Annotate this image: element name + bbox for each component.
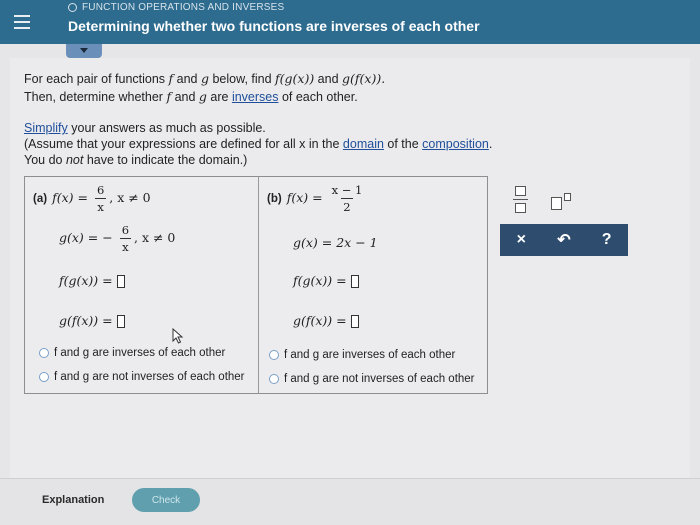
clear-icon[interactable]: × xyxy=(500,224,543,256)
footer-bar xyxy=(0,478,700,525)
part-a-fg-row: f(g(x)) = xyxy=(59,273,125,288)
part-a-g-definition: g(x) = − 6x, x ≠ 0 xyxy=(59,223,176,254)
part-b-gf-answer-input[interactable] xyxy=(350,315,359,328)
top-header: FUNCTION OPERATIONS AND INVERSES Determi… xyxy=(0,0,700,44)
column-divider xyxy=(258,177,259,393)
part-a-f-definition: (a) f(x) = 6x, x ≠ 0 xyxy=(33,183,151,214)
part-a-option-not-inverses[interactable]: f and g are not inverses of each other xyxy=(39,371,245,383)
radio-icon[interactable] xyxy=(39,348,49,358)
part-b-g-definition: g(x) = 2x − 1 xyxy=(293,235,378,250)
mouse-pointer-icon xyxy=(172,328,184,344)
part-b-fg-row: f(g(x)) = xyxy=(293,273,359,288)
page-title: Determining whether two functions are in… xyxy=(68,18,480,34)
chevron-down-icon[interactable] xyxy=(66,44,102,58)
part-b-option-not-inverses[interactable]: f and g are not inverses of each other xyxy=(269,373,475,385)
question-prompt: For each pair of functions f and g below… xyxy=(24,71,386,104)
radio-icon[interactable] xyxy=(269,374,279,384)
inverses-link[interactable]: inverses xyxy=(232,90,279,104)
part-b-f-definition: (b) f(x) = x − 12 xyxy=(267,183,363,214)
composition-link[interactable]: composition xyxy=(422,137,489,151)
radio-icon[interactable] xyxy=(269,350,279,360)
exponent-tool-icon[interactable] xyxy=(551,193,577,211)
part-b-option-inverses[interactable]: f and g are inverses of each other xyxy=(269,349,455,361)
help-icon[interactable]: ? xyxy=(585,224,628,256)
part-a-option-inverses[interactable]: f and g are inverses of each other xyxy=(39,347,225,359)
instructions: Simplify your answers as much as possibl… xyxy=(24,121,493,167)
answer-toolbar: × ↶ ? xyxy=(500,224,628,256)
radio-icon[interactable] xyxy=(39,372,49,382)
domain-link[interactable]: domain xyxy=(343,137,384,151)
section-label: FUNCTION OPERATIONS AND INVERSES xyxy=(68,2,284,13)
part-a-gf-answer-input[interactable] xyxy=(116,315,125,328)
progress-ring-icon xyxy=(68,3,77,12)
part-a-fg-answer-input[interactable] xyxy=(116,275,125,288)
part-b-gf-row: g(f(x)) = xyxy=(293,313,359,328)
explanation-button[interactable]: Explanation xyxy=(42,494,104,506)
simplify-link[interactable]: Simplify xyxy=(24,121,68,135)
menu-icon[interactable] xyxy=(0,0,44,44)
question-table: (a) f(x) = 6x, x ≠ 0 g(x) = − 6x, x ≠ 0 f… xyxy=(24,176,488,394)
undo-icon[interactable]: ↶ xyxy=(543,224,586,256)
fraction-tool-icon[interactable] xyxy=(509,186,531,220)
part-a-gf-row: g(f(x)) = xyxy=(59,313,125,328)
part-b-fg-answer-input[interactable] xyxy=(350,275,359,288)
check-button[interactable]: Check xyxy=(132,488,200,512)
